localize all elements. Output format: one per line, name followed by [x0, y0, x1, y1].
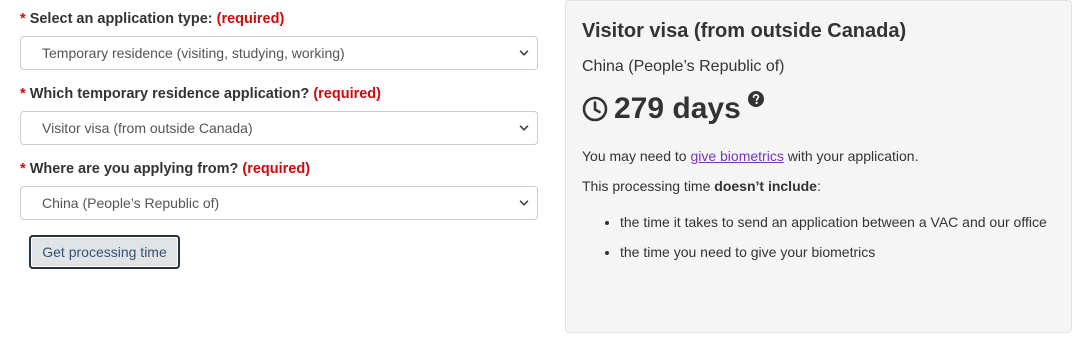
processing-time-result: Visitor visa (from outside Canada) China…: [565, 0, 1072, 333]
processing-time-value: 279 days: [614, 92, 741, 125]
exclusion-list: the time it takes to send an application…: [582, 207, 1055, 267]
applying-from-select[interactable]: China (People’s Republic of): [20, 186, 538, 220]
required-asterisk: *: [20, 86, 26, 102]
biometrics-suffix: with your application.: [783, 148, 919, 164]
get-processing-time-button[interactable]: Get processing time: [29, 235, 180, 269]
application-form: * Select an application type: (required)…: [20, 10, 538, 269]
required-marker: (required): [216, 11, 285, 27]
temporary-residence-label: * Which temporary residence application?…: [20, 85, 538, 103]
give-biometrics-link[interactable]: give biometrics: [690, 148, 783, 164]
required-asterisk: *: [20, 161, 26, 177]
list-item: the time you need to give your biometric…: [620, 237, 1055, 267]
exclusion-bold: doesn’t include: [714, 178, 817, 194]
exclusion-prefix: This processing time: [582, 178, 715, 194]
biometrics-prefix: You may need to: [582, 148, 691, 164]
selected-value: Visitor visa (from outside Canada): [42, 120, 253, 136]
application-type-select[interactable]: Temporary residence (visiting, studying,…: [20, 36, 538, 70]
processing-time: 279 days: [582, 89, 1055, 129]
required-marker: (required): [242, 161, 311, 177]
selected-value: Temporary residence (visiting, studying,…: [42, 45, 345, 61]
application-type-label: * Select an application type: (required): [20, 10, 538, 28]
field-label-text: Which temporary residence application?: [29, 86, 310, 102]
temporary-residence-select[interactable]: Visitor visa (from outside Canada): [20, 111, 538, 145]
result-details: You may need to give biometrics with you…: [582, 141, 1055, 267]
result-country: China (People’s Republic of): [582, 58, 785, 75]
field-label-text: Where are you applying from?: [29, 161, 239, 177]
required-asterisk: *: [20, 11, 26, 27]
field-label-text: Select an application type:: [29, 11, 213, 27]
page: * Select an application type: (required)…: [0, 0, 1080, 348]
clock-icon: [582, 96, 608, 122]
list-item: the time it takes to send an application…: [620, 207, 1055, 237]
result-title: Visitor visa (from outside Canada): [582, 20, 907, 42]
required-marker: (required): [313, 86, 381, 102]
question-circle-icon[interactable]: [747, 91, 764, 107]
chevron-down-icon: [519, 50, 529, 56]
biometrics-note: You may need to give biometrics with you…: [582, 141, 1055, 171]
exclusion-note: This processing time doesn’t include:: [582, 171, 1055, 201]
selected-value: China (People’s Republic of): [42, 195, 220, 211]
chevron-down-icon: [519, 125, 529, 131]
applying-from-label: * Where are you applying from? (required…: [20, 160, 538, 178]
chevron-down-icon: [519, 200, 529, 206]
exclusion-suffix: :: [816, 178, 821, 194]
